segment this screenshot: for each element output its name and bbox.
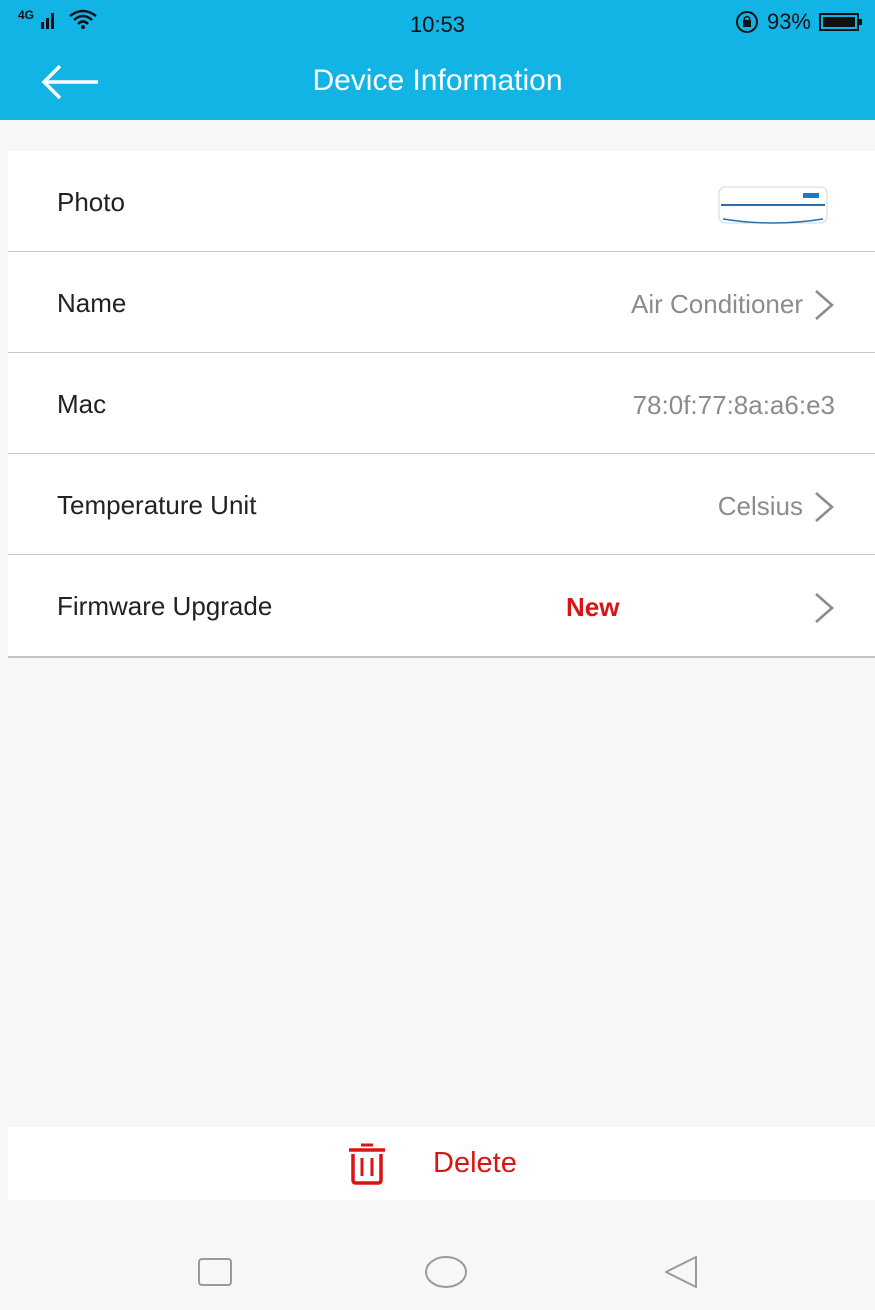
system-nav-bar [0,1200,875,1310]
chevron-right-icon [815,290,834,320]
photo-row[interactable]: Photo [8,151,875,252]
temperature-unit-label: Temperature Unit [57,490,257,520]
name-label: Name [57,288,127,318]
app-bar: Device Information [0,46,875,120]
home-icon[interactable] [424,1255,468,1289]
name-value: Air Conditioner [631,289,803,319]
firmware-upgrade-row[interactable]: Firmware Upgrade New [8,555,875,658]
recent-apps-icon[interactable] [197,1257,233,1287]
temperature-unit-row[interactable]: Temperature Unit Celsius [8,454,875,555]
name-row[interactable]: Name Air Conditioner [8,252,875,353]
temperature-unit-value: Celsius [717,491,803,521]
page-title: Device Information [312,64,563,97]
status-bar: 4G 10:53 93% [0,0,875,46]
status-right: 93% [735,9,863,35]
chevron-right-icon [815,492,834,522]
new-badge: New [566,592,620,622]
delete-button[interactable]: Delete [8,1127,875,1200]
mac-value: 78:0f:77:8a:a6:e3 [632,390,835,420]
battery-percent: 93% [766,9,811,34]
back-icon[interactable] [662,1254,700,1290]
delete-label: Delete [433,1147,517,1179]
air-conditioner-icon [718,186,828,224]
mac-row: Mac 78:0f:77:8a:a6:e3 [8,353,875,454]
photo-label: Photo [57,187,125,217]
trash-icon [349,1143,385,1185]
chevron-right-icon [815,593,834,623]
rotation-lock-icon [735,11,758,33]
device-info-list: Photo Name Air Conditioner Mac 78:0f:77:… [8,151,875,658]
mac-label: Mac [57,389,107,419]
firmware-upgrade-label: Firmware Upgrade [57,591,273,621]
battery-icon [819,13,862,31]
